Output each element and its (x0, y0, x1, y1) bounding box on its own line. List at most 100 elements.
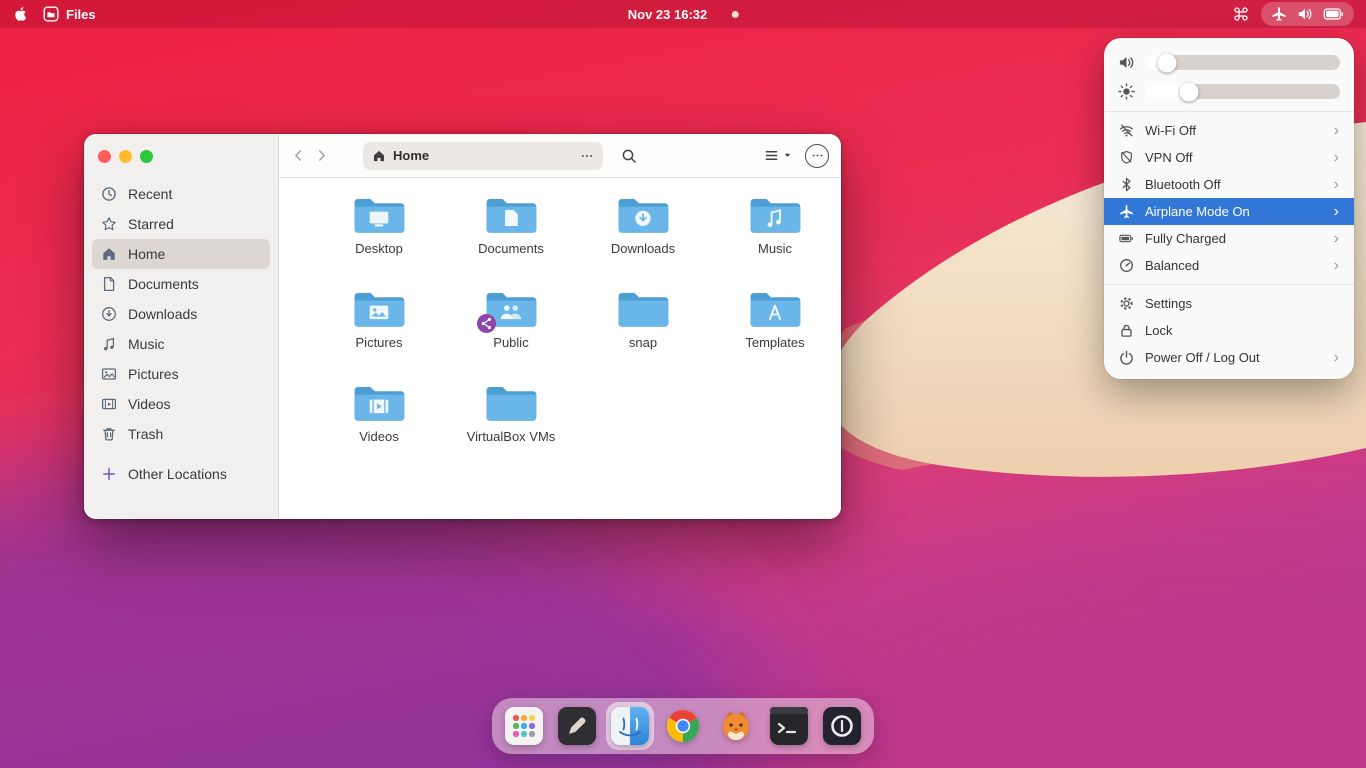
sidebar-item-starred[interactable]: Starred (92, 209, 270, 239)
path-label: Home (393, 148, 429, 163)
documents-icon (101, 276, 117, 292)
quick-settings-menu: Wi-Fi Off›VPN Off›Bluetooth Off›Airplane… (1104, 38, 1354, 379)
menu-item-balanced[interactable]: Balanced› (1104, 252, 1354, 279)
dock-item-chrome[interactable] (664, 707, 702, 745)
dock-item-editor[interactable] (558, 707, 596, 745)
volume-slider-track[interactable] (1146, 55, 1340, 70)
clock[interactable]: Nov 23 16:32 (628, 7, 708, 22)
file-label: Music (758, 241, 792, 258)
close-button[interactable] (98, 150, 111, 163)
file-grid: DesktopDocuments Downloads Music Pictures Pu… (279, 178, 841, 519)
file-snap[interactable]: snap (577, 288, 709, 382)
dock-item-session[interactable] (823, 707, 861, 745)
caret-down-icon (782, 150, 793, 161)
topbar: Files Nov 23 16:32 (0, 0, 1366, 28)
sidebar-item-other-locations[interactable]: Other Locations (92, 459, 270, 489)
file-pictures[interactable]: Pictures (313, 288, 445, 382)
file-label: Videos (359, 429, 399, 446)
menu-item-bluetooth-off[interactable]: Bluetooth Off› (1104, 171, 1354, 198)
headerbar: Home (279, 134, 841, 178)
lock-icon (1119, 323, 1134, 338)
sidebar-item-label: Videos (128, 396, 171, 412)
files-app-icon (611, 707, 649, 745)
system-status-area[interactable] (1261, 2, 1354, 26)
dock-item-fox[interactable] (717, 707, 755, 745)
brightness-icon (1118, 83, 1135, 100)
sidebar-list: Recent StarredHome Documents DownloadsMusic… (92, 179, 270, 449)
menu-item-power-off-log-out[interactable]: Power Off / Log Out› (1104, 344, 1354, 371)
sidebar-item-downloads[interactable]: Downloads (92, 299, 270, 329)
search-button[interactable] (621, 148, 637, 164)
file-downloads[interactable]: Downloads (577, 194, 709, 288)
chevron-right-icon: › (1334, 204, 1339, 220)
file-music[interactable]: Music (709, 194, 841, 288)
downloads-icon (101, 306, 117, 322)
path-menu-icon[interactable] (580, 149, 594, 163)
command-indicator-icon[interactable] (1233, 6, 1249, 22)
menu-item-settings[interactable]: Settings› (1104, 290, 1354, 317)
active-app-name: Files (66, 7, 96, 22)
vpn-icon (1119, 150, 1134, 165)
sidebar-item-label: Recent (128, 186, 172, 202)
menu-item-fully-charged[interactable]: Fully Charged› (1104, 225, 1354, 252)
volume-slider[interactable] (1104, 48, 1354, 77)
ellipsis-icon (811, 149, 824, 162)
menu-item-vpn-off[interactable]: VPN Off› (1104, 144, 1354, 171)
dock-item-terminal[interactable] (770, 707, 808, 745)
topbar-right (1233, 2, 1354, 26)
battery-icon (1323, 8, 1344, 20)
folder-icon (352, 288, 406, 330)
plus-icon (101, 466, 117, 482)
volume-slider-handle[interactable] (1158, 53, 1177, 72)
apple-menu-icon[interactable] (12, 6, 27, 22)
folder-icon (748, 288, 802, 330)
file-templates[interactable]: Templates (709, 288, 841, 382)
file-documents[interactable]: Documents (445, 194, 577, 288)
recent-icon (101, 186, 117, 202)
minimize-button[interactable] (119, 150, 132, 163)
sidebar-item-recent[interactable]: Recent (92, 179, 270, 209)
sidebar-item-trash[interactable]: Trash (92, 419, 270, 449)
file-label: Public (493, 335, 528, 352)
chrome-app-icon (664, 707, 702, 745)
sidebar-item-videos[interactable]: Videos (92, 389, 270, 419)
divider (1104, 111, 1354, 112)
file-label: snap (629, 335, 657, 352)
pictures-icon (101, 366, 117, 382)
forward-button[interactable] (314, 148, 329, 163)
file-virtualbox-vms[interactable]: VirtualBox VMs (445, 382, 577, 476)
maximize-button[interactable] (140, 150, 153, 163)
active-app-menu[interactable]: Files (43, 6, 96, 22)
view-toggle[interactable] (764, 148, 793, 163)
file-videos[interactable]: Videos (313, 382, 445, 476)
back-button[interactable] (291, 148, 306, 163)
file-label: Downloads (611, 241, 675, 258)
folder-icon (484, 288, 538, 330)
path-bar[interactable]: Home (363, 142, 603, 170)
chevron-right-icon: › (1334, 258, 1339, 274)
window-menu-button[interactable] (805, 144, 829, 168)
sidebar-item-home[interactable]: Home (92, 239, 270, 269)
file-public[interactable]: Public (445, 288, 577, 382)
chevron-right-icon: › (1334, 231, 1339, 247)
sidebar-item-label: Documents (128, 276, 199, 292)
sidebar-item-music[interactable]: Music (92, 329, 270, 359)
status-dot (731, 11, 738, 18)
brightness-slider[interactable] (1104, 77, 1354, 106)
menu-item-label: Power Off / Log Out (1145, 350, 1260, 365)
headerbar-right (764, 144, 829, 168)
divider (1104, 284, 1354, 285)
dock-item-app-grid[interactable] (505, 707, 543, 745)
sidebar-item-pictures[interactable]: Pictures (92, 359, 270, 389)
dock-item-files[interactable] (611, 707, 649, 745)
menu-item-airplane-mode-on[interactable]: Airplane Mode On› (1104, 198, 1354, 225)
menu-item-lock[interactable]: Lock› (1104, 317, 1354, 344)
sidebar-item-documents[interactable]: Documents (92, 269, 270, 299)
file-label: VirtualBox VMs (467, 429, 556, 446)
sidebar: Recent StarredHome Documents DownloadsMusic… (84, 134, 279, 519)
file-desktop[interactable]: Desktop (313, 194, 445, 288)
brightness-slider-track[interactable] (1146, 84, 1340, 99)
menu-item-wi-fi-off[interactable]: Wi-Fi Off› (1104, 117, 1354, 144)
files-window: RecentStarredHomeDocumentsDownloadsMusic… (84, 134, 841, 519)
brightness-slider-handle[interactable] (1179, 82, 1198, 101)
